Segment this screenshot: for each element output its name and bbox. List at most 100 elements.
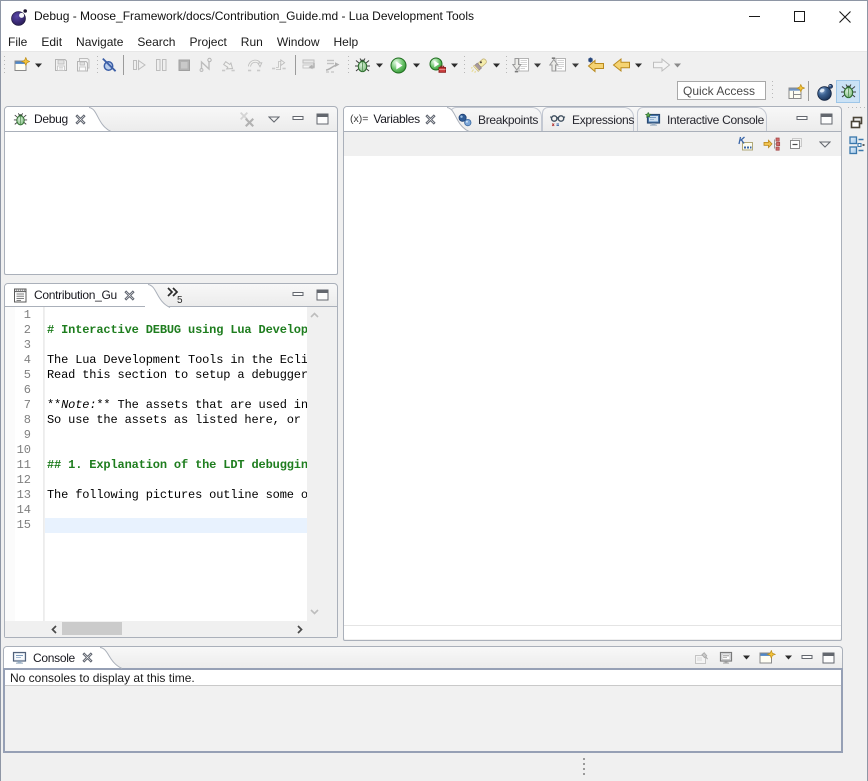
minimize-icon[interactable] xyxy=(292,114,304,124)
maximize-icon[interactable] xyxy=(316,289,329,301)
editor-horizontal-scrollbar[interactable] xyxy=(5,621,337,637)
lua-perspective-button[interactable] xyxy=(813,80,837,103)
show-type-names-icon[interactable] xyxy=(738,136,755,152)
back-dropdown[interactable] xyxy=(635,63,642,68)
code-line[interactable] xyxy=(45,443,307,458)
show-logical-structure-icon[interactable] xyxy=(763,136,781,152)
debug-dropdown[interactable] xyxy=(376,63,383,68)
status-drag-handle[interactable] xyxy=(583,758,585,778)
next-annotation-dropdown[interactable] xyxy=(534,63,541,68)
code-line[interactable] xyxy=(45,518,307,533)
scroll-down-icon[interactable] xyxy=(310,609,319,615)
close-icon[interactable] xyxy=(82,652,93,663)
menu-help[interactable]: Help xyxy=(327,33,366,51)
window-minimize-button[interactable] xyxy=(732,1,777,32)
last-edit-location-icon[interactable] xyxy=(587,57,603,73)
previous-annotation-icon[interactable] xyxy=(549,57,565,73)
display-selected-console-icon[interactable] xyxy=(718,651,734,665)
close-icon[interactable] xyxy=(425,114,436,125)
menu-window[interactable]: Window xyxy=(270,33,327,51)
tab-debug[interactable]: Debug xyxy=(5,107,86,131)
menu-project[interactable]: Project xyxy=(182,33,233,51)
debug-icon[interactable] xyxy=(354,57,370,73)
scrollbar-thumb[interactable] xyxy=(62,622,122,635)
line-number: 10 xyxy=(15,443,43,458)
back-icon[interactable] xyxy=(612,57,628,73)
tab-console[interactable]: Console xyxy=(4,647,97,668)
code-line[interactable] xyxy=(45,338,307,353)
variables-tab-row: (x)= Variables xyxy=(344,107,841,132)
outline-view-icon[interactable] xyxy=(846,136,867,155)
drag-handle[interactable] xyxy=(848,107,865,110)
code-line[interactable]: # Interactive DEBUG using Lua Developmen… xyxy=(45,323,307,338)
code-line[interactable] xyxy=(45,308,307,323)
debug-view-body[interactable] xyxy=(5,132,337,274)
next-annotation-icon[interactable] xyxy=(512,57,528,73)
new-wizard-dropdown[interactable] xyxy=(35,63,42,68)
tab-variables[interactable]: (x)= Variables xyxy=(344,107,444,131)
debug-perspective-button[interactable] xyxy=(836,80,860,103)
window-close-button[interactable] xyxy=(822,1,867,32)
forward-dropdown[interactable] xyxy=(674,63,681,68)
skip-all-breakpoints-icon[interactable] xyxy=(102,57,118,73)
use-step-filters-icon xyxy=(324,57,340,73)
close-icon[interactable] xyxy=(124,290,135,301)
code-line[interactable]: The Lua Development Tools in the Eclipse… xyxy=(45,353,307,368)
run-icon[interactable] xyxy=(390,57,406,73)
maximize-icon[interactable] xyxy=(822,652,835,664)
search-icon[interactable] xyxy=(471,57,487,73)
variables-view-body[interactable] xyxy=(344,156,841,626)
external-tools-icon[interactable] xyxy=(429,57,445,73)
window-maximize-button[interactable] xyxy=(777,1,822,32)
code-line[interactable] xyxy=(45,428,307,443)
maximize-icon[interactable] xyxy=(820,113,833,125)
open-perspective-button[interactable] xyxy=(784,80,808,103)
interactive-console-icon xyxy=(645,112,661,127)
menu-search[interactable]: Search xyxy=(130,33,182,51)
tab-interactive-console[interactable]: Interactive Console xyxy=(637,107,767,131)
open-console-icon[interactable] xyxy=(759,650,776,665)
tab-expressions[interactable]: Expressions xyxy=(542,107,634,131)
scroll-up-icon[interactable] xyxy=(310,312,319,318)
external-tools-dropdown[interactable] xyxy=(451,63,458,68)
view-menu-icon[interactable] xyxy=(268,116,280,123)
code-line[interactable]: ## 1. Explanation of the LDT debugging m… xyxy=(45,458,307,473)
variables-hscroll[interactable] xyxy=(344,626,841,639)
code-line[interactable] xyxy=(45,473,307,488)
menu-navigate[interactable]: Navigate xyxy=(69,33,130,51)
menu-run[interactable]: Run xyxy=(234,33,270,51)
code-line[interactable]: So use the assets as listed here, or you… xyxy=(45,413,307,428)
menu-bar: File Edit Navigate Search Project Run Wi… xyxy=(1,32,867,51)
open-console-dropdown[interactable] xyxy=(785,655,792,660)
display-console-dropdown[interactable] xyxy=(743,655,750,660)
editor-tab-title: Contribution_Gu xyxy=(34,288,117,302)
variables-view-stack: (x)= Variables xyxy=(343,106,842,641)
menu-edit[interactable]: Edit xyxy=(34,33,69,51)
code-line[interactable] xyxy=(45,503,307,518)
view-menu-icon[interactable] xyxy=(819,141,831,148)
collapse-all-icon[interactable] xyxy=(789,137,803,151)
minimize-icon[interactable] xyxy=(292,290,304,300)
minimize-icon[interactable] xyxy=(801,653,813,663)
code-line[interactable]: **Note:** The assets that are used in th… xyxy=(45,398,307,413)
scroll-right-icon[interactable] xyxy=(297,625,303,634)
run-dropdown[interactable] xyxy=(413,63,420,68)
close-icon[interactable] xyxy=(75,114,86,125)
scroll-left-icon[interactable] xyxy=(51,625,57,634)
minimize-icon[interactable] xyxy=(796,114,808,124)
search-dropdown[interactable] xyxy=(493,63,500,68)
code-area[interactable]: # Interactive DEBUG using Lua Developmen… xyxy=(45,307,307,621)
console-body: No consoles to display at this time. xyxy=(3,668,843,753)
maximize-icon[interactable] xyxy=(316,113,329,125)
new-wizard-icon[interactable] xyxy=(14,57,30,73)
code-line[interactable]: Read this section to setup a debugger en… xyxy=(45,368,307,383)
code-line[interactable]: The following pictures outline some of t… xyxy=(45,488,307,503)
code-line[interactable] xyxy=(45,383,307,398)
main-toolbar xyxy=(1,51,867,78)
restore-view-icon[interactable] xyxy=(846,116,867,129)
tab-contribution-guide[interactable]: Contribution_Gu xyxy=(5,284,145,306)
menu-file[interactable]: File xyxy=(1,33,34,51)
previous-annotation-dropdown[interactable] xyxy=(572,63,579,68)
quick-access-input[interactable] xyxy=(677,81,766,100)
editor-vertical-scrollbar[interactable] xyxy=(307,307,337,621)
